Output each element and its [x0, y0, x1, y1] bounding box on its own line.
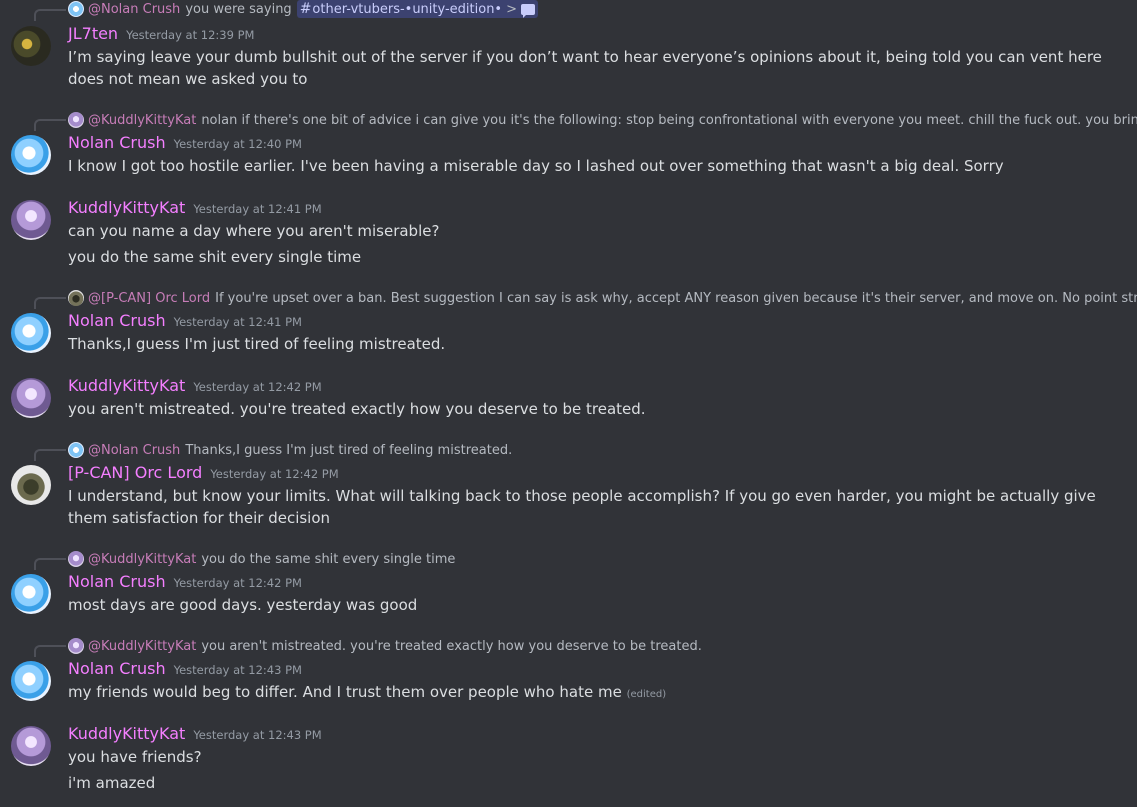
reply-preview[interactable]: @KuddlyKittyKat nolan if there's one bit…	[68, 111, 1137, 129]
avatar[interactable]	[11, 313, 51, 353]
timestamp[interactable]: Yesterday at 12:42 PM	[174, 576, 302, 590]
timestamp[interactable]: Yesterday at 12:41 PM	[174, 315, 302, 329]
reply-preview[interactable]: @KuddlyKittyKat you do the same shit eve…	[68, 550, 1137, 568]
chevron-right-icon: >	[506, 1, 518, 17]
timestamp[interactable]: Yesterday at 12:42 PM	[193, 380, 321, 394]
reply-preview[interactable]: @KuddlyKittyKat you aren't mistreated. y…	[68, 637, 1137, 655]
message-header: KuddlyKittyKat Yesterday at 12:43 PM	[68, 724, 322, 746]
timestamp[interactable]: Yesterday at 12:42 PM	[210, 467, 338, 481]
avatar[interactable]	[11, 661, 51, 701]
username[interactable]: JL7ten	[68, 24, 118, 43]
reply-avatar	[68, 442, 84, 458]
username[interactable]: KuddlyKittyKat	[68, 724, 185, 743]
reply-author[interactable]: @KuddlyKittyKat	[88, 113, 196, 128]
message-header: KuddlyKittyKat Yesterday at 12:42 PM	[68, 376, 322, 398]
message-bubble-icon	[521, 3, 536, 18]
reply-preview[interactable]: @Nolan Crush Thanks,I guess I'm just tir…	[68, 441, 1137, 459]
reply-spine	[34, 119, 66, 131]
avatar[interactable]	[11, 135, 51, 175]
username[interactable]: Nolan Crush	[68, 572, 166, 591]
message-content: I know I got too hostile earlier. I've b…	[68, 157, 1004, 175]
message-content: you aren't mistreated. you're treated ex…	[68, 400, 646, 418]
reply-author[interactable]: @Nolan Crush	[88, 2, 180, 17]
reply-avatar	[68, 638, 84, 654]
reply-spine	[34, 645, 66, 657]
message-content: you have friends?	[68, 748, 202, 766]
message-content: I’m saying leave your dumb bullshit out …	[68, 48, 1102, 88]
reply-spine	[34, 558, 66, 570]
username[interactable]: Nolan Crush	[68, 133, 166, 152]
message-header: JL7ten Yesterday at 12:39 PM	[68, 24, 254, 46]
message-content: Thanks,I guess I'm just tired of feeling…	[68, 335, 446, 353]
message-header: KuddlyKittyKat Yesterday at 12:41 PM	[68, 198, 322, 220]
message-content: most days are good days. yesterday was g…	[68, 596, 418, 614]
username[interactable]: Nolan Crush	[68, 659, 166, 678]
reply-spine	[34, 449, 66, 461]
avatar[interactable]	[11, 200, 51, 240]
username[interactable]: KuddlyKittyKat	[68, 376, 185, 395]
reply-text[interactable]: If you're upset over a ban. Best suggest…	[215, 291, 1137, 306]
avatar[interactable]	[11, 378, 51, 418]
hash-icon: #	[299, 1, 312, 17]
reply-text[interactable]: you do the same shit every single time	[201, 552, 455, 567]
message-header: Nolan Crush Yesterday at 12:41 PM	[68, 311, 302, 333]
channel-name: other-vtubers-•unity-edition•	[312, 1, 503, 17]
reply-avatar	[68, 551, 84, 567]
reply-author[interactable]: @[P-CAN] Orc Lord	[88, 291, 210, 306]
avatar[interactable]	[11, 26, 51, 66]
reply-avatar	[68, 112, 84, 128]
edited-label[interactable]: (edited)	[627, 689, 667, 700]
reply-spine	[34, 297, 66, 309]
message-header: Nolan Crush Yesterday at 12:42 PM	[68, 572, 302, 594]
avatar[interactable]	[11, 465, 51, 505]
reply-preview[interactable]: @Nolan Crush you were saying # other-vtu…	[68, 0, 1137, 18]
timestamp[interactable]: Yesterday at 12:39 PM	[126, 28, 254, 42]
timestamp[interactable]: Yesterday at 12:40 PM	[174, 137, 302, 151]
message-header: [P-CAN] Orc Lord Yesterday at 12:42 PM	[68, 463, 339, 485]
reply-avatar	[68, 1, 84, 17]
reply-text[interactable]: Thanks,I guess I'm just tired of feeling…	[185, 443, 512, 458]
timestamp[interactable]: Yesterday at 12:43 PM	[193, 728, 321, 742]
reply-spine	[34, 9, 66, 21]
message-content: I understand, but know your limits. What…	[68, 487, 1096, 527]
message-content: my friends would beg to differ. And I tr…	[68, 681, 1118, 706]
reply-avatar	[68, 290, 84, 306]
message-content: i'm amazed	[68, 774, 156, 792]
reply-text[interactable]: nolan if there's one bit of advice i can…	[201, 113, 1137, 128]
message-header: Nolan Crush Yesterday at 12:43 PM	[68, 659, 302, 681]
reply-preview[interactable]: @[P-CAN] Orc Lord If you're upset over a…	[68, 289, 1137, 307]
reply-text[interactable]: you aren't mistreated. you're treated ex…	[201, 639, 702, 654]
message-header: Nolan Crush Yesterday at 12:40 PM	[68, 133, 302, 155]
timestamp[interactable]: Yesterday at 12:41 PM	[193, 202, 321, 216]
avatar[interactable]	[11, 574, 51, 614]
reply-text[interactable]: you were saying	[185, 2, 291, 17]
message-content: you do the same shit every single time	[68, 248, 362, 266]
timestamp[interactable]: Yesterday at 12:43 PM	[174, 663, 302, 677]
channel-mention[interactable]: # other-vtubers-•unity-edition• >	[296, 0, 539, 18]
reply-author[interactable]: @KuddlyKittyKat	[88, 552, 196, 567]
reply-author[interactable]: @Nolan Crush	[88, 443, 180, 458]
username[interactable]: [P-CAN] Orc Lord	[68, 463, 202, 482]
message-content: can you name a day where you aren't mise…	[68, 222, 440, 240]
message-text: my friends would beg to differ. And I tr…	[68, 683, 622, 701]
username[interactable]: Nolan Crush	[68, 311, 166, 330]
reply-author[interactable]: @KuddlyKittyKat	[88, 639, 196, 654]
avatar[interactable]	[11, 726, 51, 766]
username[interactable]: KuddlyKittyKat	[68, 198, 185, 217]
